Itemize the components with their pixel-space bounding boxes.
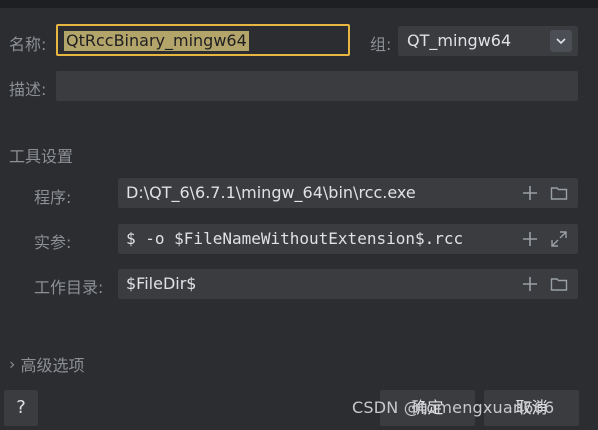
group-select-value: QT_mingw64 — [407, 31, 512, 50]
tool-settings-heading: 工具设置 — [9, 147, 74, 166]
program-value: D:\QT_6\6.7.1\mingw_64\bin\rcc.exe — [126, 183, 416, 202]
name-label: 名称: — [9, 35, 47, 54]
program-label: 程序: — [34, 188, 72, 207]
group-select[interactable]: QT_mingw64 — [398, 26, 578, 56]
add-macro-icon[interactable] — [520, 229, 540, 249]
working-directory-value: $FileDir$ — [126, 274, 197, 293]
description-input[interactable] — [56, 71, 578, 101]
group-label: 组: — [370, 35, 392, 54]
browse-folder-icon[interactable] — [549, 274, 569, 294]
top-divider — [0, 0, 598, 8]
advanced-options-toggle[interactable]: › 高级选项 — [9, 352, 85, 376]
add-icon[interactable] — [520, 183, 540, 203]
expand-icon[interactable] — [549, 229, 569, 249]
description-label: 描述: — [9, 80, 47, 99]
working-directory-input[interactable]: $FileDir$ — [118, 269, 578, 299]
folder-icon[interactable] — [549, 183, 569, 203]
chevron-down-icon[interactable] — [550, 30, 572, 52]
advanced-options-label: 高级选项 — [20, 356, 85, 375]
chevron-right-icon: › — [9, 354, 16, 374]
working-directory-label: 工作目录: — [34, 278, 104, 297]
add-dir-macro-icon[interactable] — [520, 274, 540, 294]
arguments-value: $ -o $FileNameWithoutExtension$.rcc — [126, 229, 464, 248]
name-input[interactable]: QtRccBinary_mingw64 — [56, 24, 350, 56]
watermark: CSDN @tomengxuan666 — [352, 398, 555, 417]
name-input-value: QtRccBinary_mingw64 — [64, 31, 249, 51]
help-button[interactable]: ? — [4, 390, 38, 426]
arguments-label: 实参: — [34, 233, 72, 252]
program-input[interactable]: D:\QT_6\6.7.1\mingw_64\bin\rcc.exe — [118, 178, 578, 208]
arguments-input[interactable]: $ -o $FileNameWithoutExtension$.rcc — [118, 224, 578, 254]
